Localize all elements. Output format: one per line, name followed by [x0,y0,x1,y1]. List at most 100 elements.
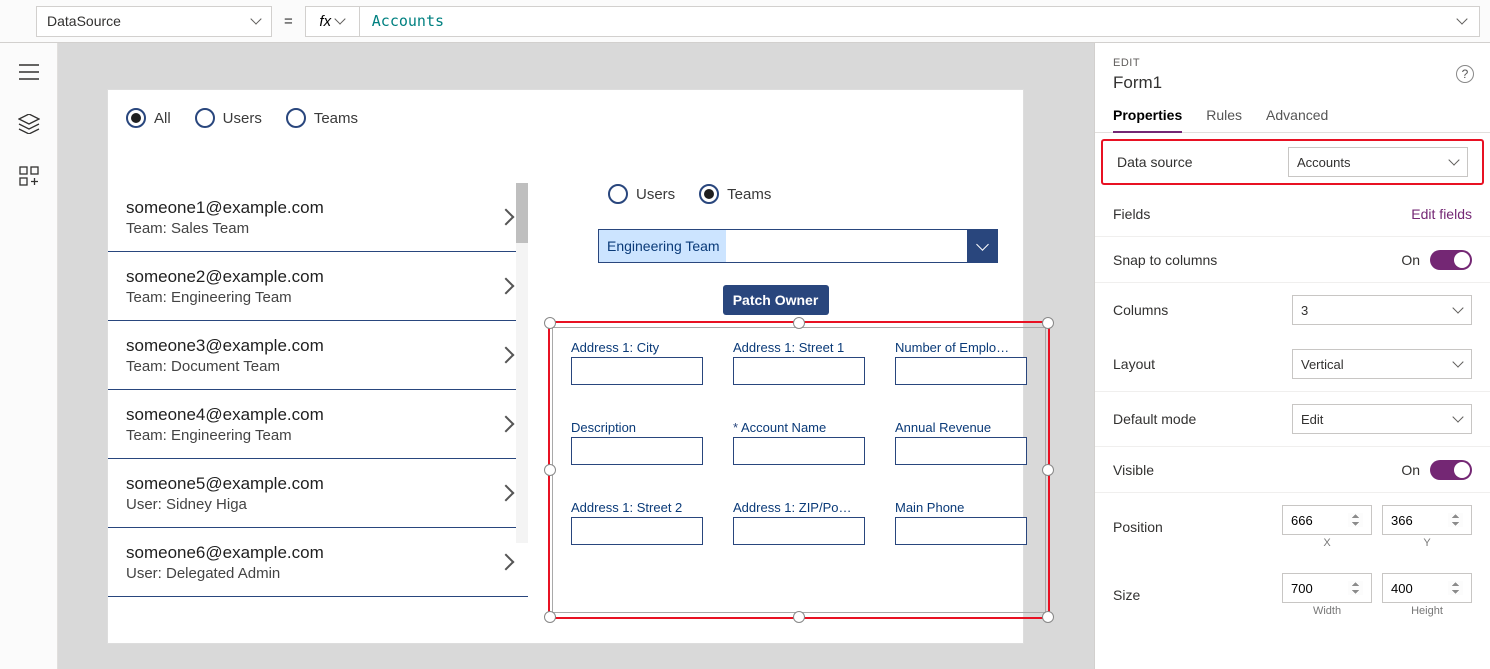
prop-position: Position X Y [1095,493,1490,561]
owner-radio-teams[interactable]: Teams [699,184,771,204]
chevron-right-icon [502,555,516,569]
snap-toggle[interactable] [1430,250,1472,270]
axis-label: Width [1313,605,1341,617]
prop-label: Size [1113,587,1140,603]
edit-fields-link[interactable]: Edit fields [1411,206,1472,222]
field-input[interactable] [895,437,1027,465]
field-input[interactable] [733,437,865,465]
columns-select[interactable]: 3 [1292,295,1472,325]
formula-bar: DataSource = fx Accounts [0,0,1490,43]
form-field: Number of Emplo… [895,340,1027,410]
default-mode-select[interactable]: Edit [1292,404,1472,434]
chevron-down-icon [1453,305,1463,315]
tab-advanced[interactable]: Advanced [1266,107,1328,132]
equals-sign: = [284,13,293,30]
prop-fields: Fields Edit fields [1095,191,1490,237]
formula-value: Accounts [372,12,444,30]
radio-label: Users [636,186,675,203]
tab-properties[interactable]: Properties [1113,107,1182,133]
field-input[interactable] [733,357,865,385]
axis-label: X [1323,537,1330,549]
formula-input[interactable]: Accounts [360,6,1480,37]
gallery-item[interactable]: someone4@example.comTeam: Engineering Te… [108,390,528,459]
field-input[interactable] [571,437,703,465]
layers-icon[interactable] [18,113,40,135]
help-icon[interactable]: ? [1456,65,1474,83]
owner-radio-users[interactable]: Users [608,184,675,204]
chevron-down-icon [1453,359,1463,369]
accounts-gallery[interactable]: someone1@example.comTeam: Sales Teamsome… [108,183,528,603]
prop-size: Size Width Height [1095,561,1490,629]
filter-radio-users[interactable]: Users [195,108,262,128]
toggle-value: On [1401,462,1420,478]
prop-label: Data source [1117,154,1192,170]
radio-icon [286,108,306,128]
gallery-item[interactable]: someone6@example.comUser: Delegated Admi… [108,528,528,597]
team-dropdown[interactable]: Engineering Team [598,229,998,263]
form-control[interactable]: Address 1: CityAddress 1: Street 1Number… [552,327,1046,613]
property-selector[interactable]: DataSource [36,6,272,37]
prop-label: Default mode [1113,411,1196,427]
patch-owner-button[interactable]: Patch Owner [723,285,829,315]
chevron-down-icon [977,241,987,251]
prop-label: Visible [1113,462,1154,478]
prop-label: Columns [1113,302,1168,318]
chevron-right-icon [502,210,516,224]
field-label: Annual Revenue [895,420,1027,435]
prop-data-source: Data source Accounts [1101,139,1484,185]
field-input[interactable] [571,357,703,385]
field-input[interactable] [895,517,1027,545]
position-x-input[interactable] [1282,505,1372,535]
gallery-email: someone1@example.com [126,198,324,218]
property-selector-value: DataSource [47,13,121,29]
prop-columns: Columns 3 [1095,283,1490,337]
default-mode-value: Edit [1301,412,1323,427]
layout-select[interactable]: Vertical [1292,349,1472,379]
prop-label: Fields [1113,206,1150,222]
radio-icon [699,184,719,204]
form-field: Address 1: ZIP/Po… [733,500,865,570]
chevron-down-icon [1457,16,1467,26]
fx-button[interactable]: fx [305,6,360,37]
gallery-subtitle: Team: Document Team [126,358,324,375]
size-width-input[interactable] [1282,573,1372,603]
field-input[interactable] [733,517,865,545]
field-label: Description [571,420,703,435]
radio-label: All [154,110,171,127]
components-icon[interactable] [18,165,40,187]
chevron-right-icon [502,417,516,431]
gallery-item[interactable]: someone2@example.comTeam: Engineering Te… [108,252,528,321]
axis-label: Height [1411,605,1443,617]
gallery-item[interactable]: someone5@example.comUser: Sidney Higa [108,459,528,528]
field-input[interactable] [895,357,1027,385]
columns-value: 3 [1301,303,1308,318]
prop-label: Position [1113,519,1163,535]
chevron-down-icon [1449,157,1459,167]
filter-radio-all[interactable]: All [126,108,171,128]
radio-label: Teams [314,110,358,127]
filter-radio-teams[interactable]: Teams [286,108,358,128]
gallery-email: someone6@example.com [126,543,324,563]
hamburger-icon[interactable] [18,61,40,83]
field-label: Address 1: Street 1 [733,340,865,355]
axis-label: Y [1423,537,1430,549]
form-field: Address 1: Street 1 [733,340,865,410]
left-rail [0,43,58,669]
data-source-select[interactable]: Accounts [1288,147,1468,177]
field-input[interactable] [571,517,703,545]
gallery-scrollthumb[interactable] [516,183,528,243]
chevron-down-icon [335,16,345,26]
chevron-down-icon [1453,414,1463,424]
prop-default-mode: Default mode Edit [1095,392,1490,447]
tab-rules[interactable]: Rules [1206,107,1242,132]
canvas-area[interactable]: AllUsersTeams someone1@example.comTeam: … [58,43,1094,669]
prop-snap-to-columns: Snap to columns On [1095,237,1490,283]
position-y-input[interactable] [1382,505,1472,535]
size-height-input[interactable] [1382,573,1472,603]
visible-toggle[interactable] [1430,460,1472,480]
gallery-item[interactable]: someone3@example.comTeam: Document Team [108,321,528,390]
gallery-item[interactable]: someone1@example.comTeam: Sales Team [108,183,528,252]
field-label: Account Name [733,420,865,435]
properties-pane: EDIT Form1 ? Properties Rules Advanced D… [1094,43,1490,669]
radio-icon [126,108,146,128]
